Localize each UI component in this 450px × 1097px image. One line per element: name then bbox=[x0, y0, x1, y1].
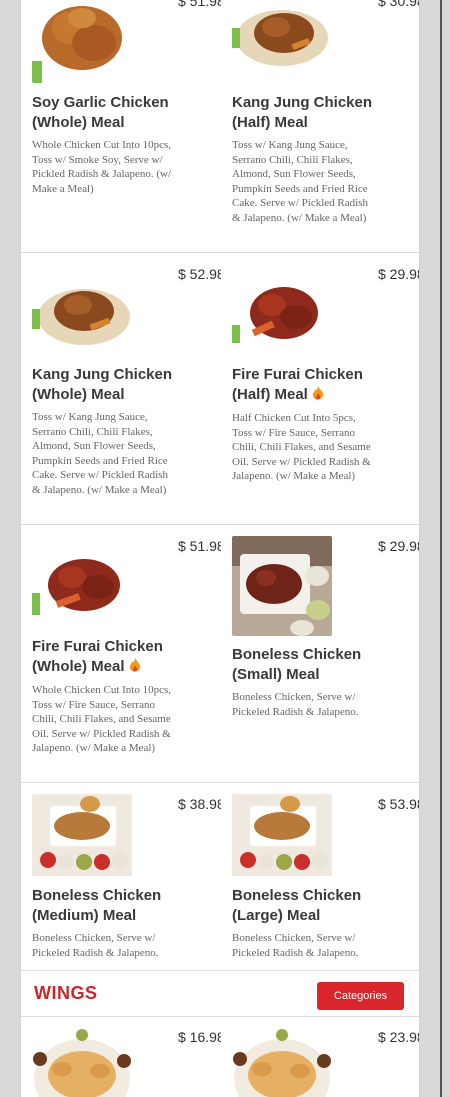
item-description: Toss w/ Kang Jung Sauce, Serrano Chili, … bbox=[232, 139, 368, 224]
item-name: Kang Jung Chicken (Whole) Meal bbox=[32, 366, 173, 403]
item-price: $ 51.98 bbox=[178, 538, 221, 554]
item-description: Boneless Chicken, Serve w/ Pickeled Radi… bbox=[32, 932, 159, 959]
glazed-chicken-image bbox=[232, 10, 328, 66]
menu-item[interactable]: $ 51.98 Soy Garlic Chicken (Whole) Meal … bbox=[21, 0, 221, 252]
item-description: Whole Chicken Cut Into 10pcs, Toss w/ Sm… bbox=[32, 139, 172, 195]
item-price: $ 30.98 bbox=[378, 0, 419, 9]
item-description: Boneless Chicken, Serve w/ Pickeled Radi… bbox=[232, 932, 359, 959]
item-description: Whole Chicken Cut Into 10pcs, Toss w/ Fi… bbox=[32, 684, 172, 754]
item-image[interactable] bbox=[232, 1029, 332, 1097]
menu-panel: $ 51.98 Soy Garlic Chicken (Whole) Meal … bbox=[20, 0, 420, 1097]
item-image[interactable] bbox=[232, 794, 332, 894]
item-name: Boneless Chicken (Medium) Meal bbox=[32, 887, 162, 924]
item-price: $ 29.98 bbox=[378, 538, 419, 554]
boneless-platter-image bbox=[32, 794, 132, 876]
wings-platter-image bbox=[233, 1029, 331, 1097]
menu-row: $ 38.98 Boneless Chicken (Medium) Meal B… bbox=[21, 783, 419, 970]
item-price: $ 23.98 bbox=[378, 1029, 419, 1045]
categories-button[interactable]: Categories bbox=[317, 982, 404, 1010]
item-description: Half Chicken Cut Into 5pcs, Toss w/ Fire… bbox=[232, 412, 371, 482]
menu-row: $ 52.98 Kang Jung Chicken (Whole) Meal T… bbox=[21, 253, 419, 525]
section-title: WINGS bbox=[34, 983, 98, 1003]
item-name: Boneless Chicken (Large) Meal bbox=[232, 887, 362, 924]
item-price: $ 29.98 bbox=[378, 266, 419, 282]
item-description: Boneless Chicken, Serve w/ Pickeled Radi… bbox=[232, 691, 359, 718]
menu-item[interactable]: $ 51.98 Fire Furai Chicken (Whole) Meal … bbox=[21, 525, 221, 782]
item-price: $ 51.98 bbox=[178, 0, 221, 9]
item-image[interactable] bbox=[232, 0, 332, 83]
item-image[interactable] bbox=[32, 0, 132, 83]
glazed-chicken-image bbox=[32, 289, 130, 345]
menu-item[interactable]: $ 29.98 Boneless Chicken (Small) Meal Bo… bbox=[221, 525, 419, 782]
item-price: $ 38.98 bbox=[178, 796, 221, 812]
boneless-platter-image bbox=[232, 794, 332, 876]
spicy-chicken-image bbox=[232, 287, 318, 343]
item-image[interactable] bbox=[32, 794, 132, 894]
wings-platter-image bbox=[33, 1029, 131, 1097]
item-name: Boneless Chicken (Small) Meal bbox=[232, 646, 362, 683]
item-name: Fire Furai Chicken (Whole) Meal bbox=[32, 637, 192, 679]
item-image[interactable] bbox=[232, 536, 332, 636]
spicy-chicken-image bbox=[32, 559, 120, 615]
menu-row: $ 16.98 $ 23.98 bbox=[21, 1017, 419, 1097]
item-description: Toss w/ Kang Jung Sauce, Serrano Chili, … bbox=[32, 411, 168, 496]
boneless-chicken-image bbox=[232, 536, 332, 636]
menu-item[interactable]: $ 53.98 Boneless Chicken (Large) Meal bbox=[221, 783, 419, 970]
menu-row: $ 51.98 Soy Garlic Chicken (Whole) Meal … bbox=[21, 0, 419, 253]
item-price: $ 53.98 bbox=[378, 796, 419, 812]
wings-section-header: WINGS Categories bbox=[21, 970, 419, 1017]
menu-item[interactable]: $ 29.98 Fire Furai Chicken (Half) Meal H… bbox=[221, 253, 419, 524]
item-name: Kang Jung Chicken (Half) Meal bbox=[232, 94, 373, 131]
menu-row: $ 51.98 Fire Furai Chicken (Whole) Meal … bbox=[21, 525, 419, 783]
item-image[interactable] bbox=[32, 537, 132, 637]
item-image[interactable] bbox=[232, 265, 332, 365]
item-price: $ 16.98 bbox=[178, 1029, 221, 1045]
menu-item[interactable]: $ 23.98 bbox=[221, 1017, 419, 1097]
fire-icon bbox=[312, 386, 324, 407]
item-name: Soy Garlic Chicken (Whole) Meal bbox=[32, 94, 169, 131]
menu-item[interactable]: $ 16.98 bbox=[21, 1017, 221, 1097]
item-image[interactable] bbox=[32, 1029, 132, 1097]
item-name: Fire Furai Chicken (Half) Meal bbox=[232, 365, 392, 407]
menu-item[interactable]: $ 52.98 Kang Jung Chicken (Whole) Meal T… bbox=[21, 253, 221, 524]
menu-item[interactable]: $ 30.98 Kang Jung Chicken (Half) Meal To… bbox=[221, 0, 419, 252]
item-price: $ 52.98 bbox=[178, 266, 221, 282]
fire-icon bbox=[129, 658, 141, 679]
item-image[interactable] bbox=[32, 265, 132, 365]
fried-chicken-image bbox=[32, 6, 122, 83]
menu-item[interactable]: $ 38.98 Boneless Chicken (Medium) Meal B… bbox=[21, 783, 221, 970]
scrollbar-edge bbox=[440, 0, 442, 1097]
